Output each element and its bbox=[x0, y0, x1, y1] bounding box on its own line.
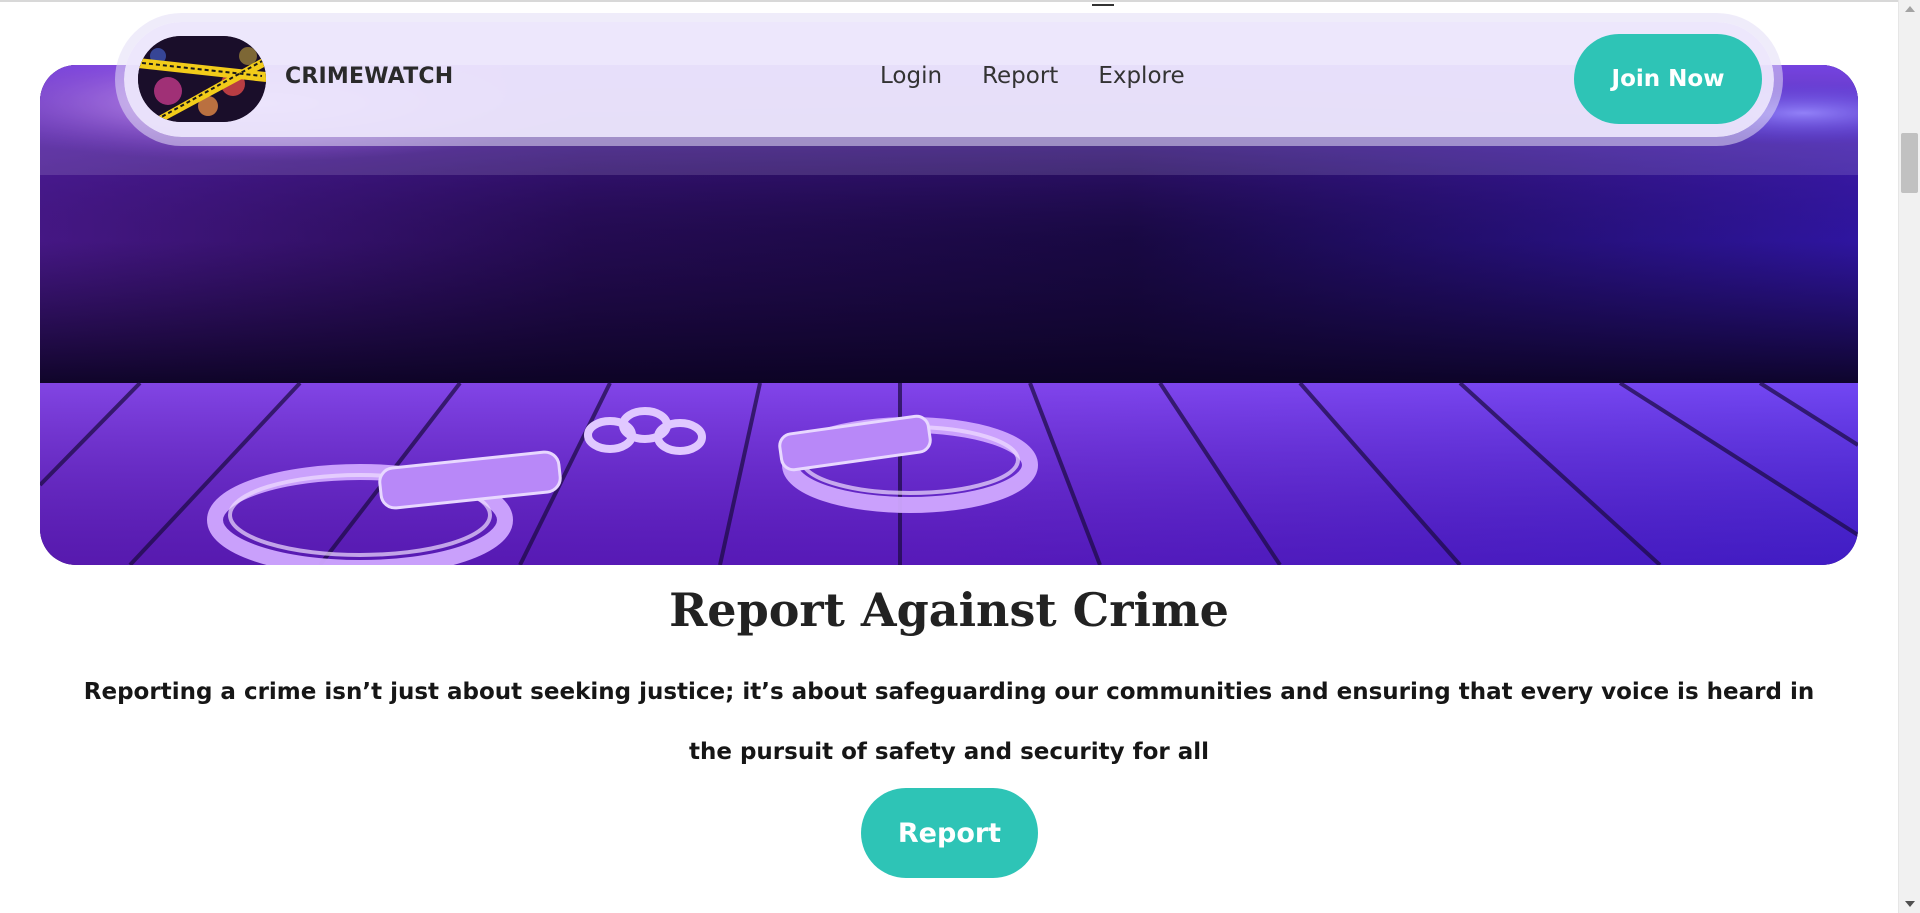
join-now-button[interactable]: Join Now bbox=[1574, 34, 1762, 124]
page-description: Reporting a crime isn’t just about seeki… bbox=[83, 679, 1815, 765]
brand-name[interactable]: CRIMEWATCH bbox=[285, 64, 453, 89]
scroll-down-icon[interactable] bbox=[1905, 901, 1915, 907]
top-border bbox=[0, 0, 1898, 2]
page-title: Report Against Crime bbox=[669, 583, 1229, 637]
vertical-scrollbar[interactable] bbox=[1898, 0, 1920, 913]
police-tape-logo-icon bbox=[138, 36, 266, 122]
hero-image bbox=[40, 65, 1858, 565]
page: CRIMEWATCH Login Report Explore Join Now… bbox=[0, 0, 1898, 913]
hero-handcuffs-illustration bbox=[40, 65, 1858, 565]
report-button[interactable]: Report bbox=[861, 788, 1038, 878]
nav-login[interactable]: Login bbox=[880, 63, 942, 89]
crimewatch-logo[interactable] bbox=[138, 36, 266, 122]
nav-explore[interactable]: Explore bbox=[1098, 63, 1184, 89]
scroll-up-icon[interactable] bbox=[1905, 6, 1915, 12]
nav-report[interactable]: Report bbox=[982, 63, 1058, 89]
scroll-thumb[interactable] bbox=[1901, 133, 1918, 193]
main-nav: Login Report Explore bbox=[880, 63, 1185, 89]
top-tick bbox=[1092, 4, 1114, 6]
